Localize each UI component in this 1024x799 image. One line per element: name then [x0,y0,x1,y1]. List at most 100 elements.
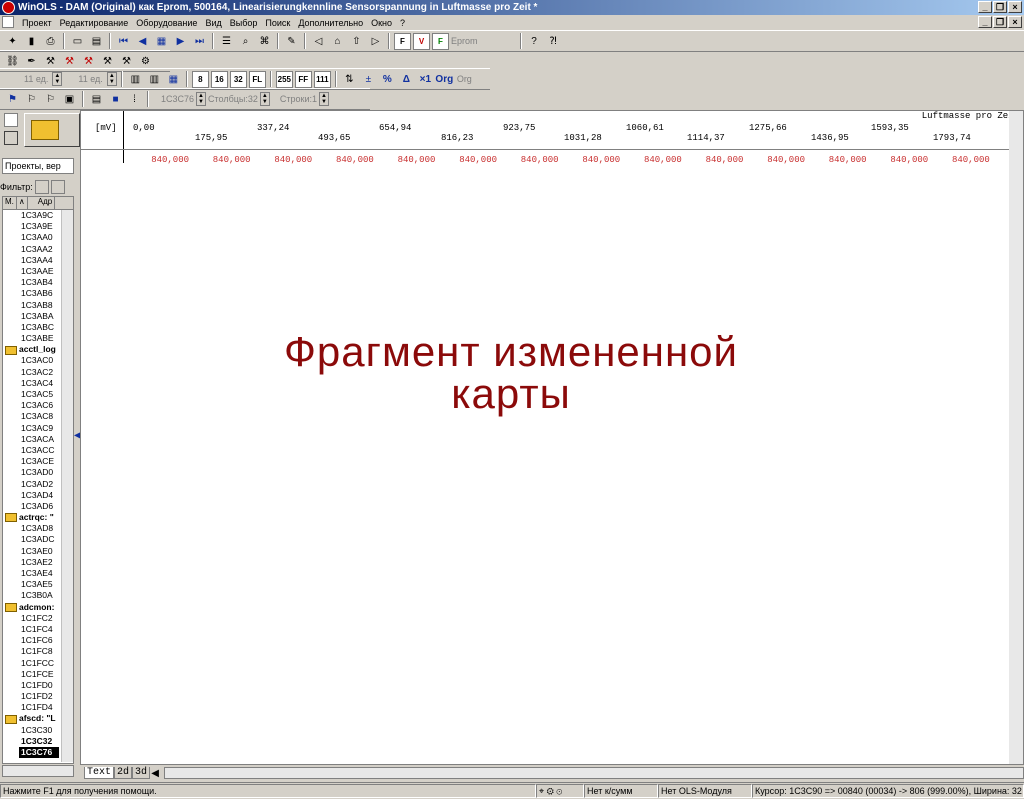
delta-button[interactable]: Δ [398,71,415,88]
view-b-icon[interactable]: ▥ [146,71,163,88]
tab-3d[interactable]: 3d [132,767,151,779]
map-view[interactable]: Luftmasse pro Zeit [mV] 0,00 337,24 654,94… [80,110,1024,765]
rows-spinner[interactable]: ▲ ▼ [319,92,330,106]
upload-icon[interactable]: ⇧ [348,33,365,50]
table-icon[interactable]: ▤ [88,91,105,108]
tab-scroll-icon[interactable]: ◀ [150,765,160,782]
percent-button[interactable]: % [379,71,396,88]
list-item[interactable]: 1C3C76 [19,747,59,759]
forward-icon[interactable]: ▷ [367,33,384,50]
f-green-button[interactable]: F [432,32,449,50]
map-cell[interactable]: 840,000 [258,155,312,165]
fill-icon[interactable]: ■ [107,91,124,108]
home-icon[interactable]: ⌂ [329,33,346,50]
zoom-icon[interactable]: ⌕ [237,33,254,50]
bits-16-button[interactable]: 16 [210,70,228,88]
map-icon[interactable]: ⌘ [256,33,273,50]
map-cell[interactable]: 840,000 [197,155,251,165]
new-project-icon[interactable]: ✦ [4,33,21,50]
tab-2d[interactable]: 2d [114,767,133,779]
map-tool3-icon[interactable]: ⚐ [42,91,59,108]
close-button[interactable]: × [1008,1,1022,13]
tool-a-icon[interactable]: ⚒ [42,53,59,70]
mdi-minimize-button[interactable]: _ [978,16,992,28]
map-tool4-icon[interactable]: ▣ [61,91,78,108]
link-icon[interactable]: ⛓ [4,53,21,70]
menu-extra[interactable]: Дополнительно [294,18,367,28]
document-icon[interactable] [2,16,14,28]
menu-selection[interactable]: Выбор [226,18,262,28]
map-cell[interactable]: 840,000 [628,155,682,165]
list-hscrollbar[interactable] [2,765,74,777]
address-field[interactable]: 1C3C76 [153,94,194,104]
v-button[interactable]: V [413,32,430,50]
eprom-label[interactable]: Eprom [451,36,478,46]
hex-button[interactable]: FF [294,70,312,88]
grid-icon[interactable]: ▦ [153,33,170,50]
open-button[interactable] [24,113,80,147]
last-icon[interactable]: ⏭ [191,33,208,50]
map-tool-icon[interactable]: ⚑ [4,91,21,108]
address-spinner[interactable]: ▲ ▼ [196,92,207,106]
original-button[interactable]: Org [435,71,453,88]
map-cell[interactable]: 840,000 [320,155,374,165]
columns-spinner[interactable]: ▲ ▼ [259,92,270,106]
menu-search[interactable]: Поиск [261,18,294,28]
view-a-icon[interactable]: ▥ [127,71,144,88]
map-list[interactable]: M. ∧ Адр 1C3A9C 1C3A9E 1C3AA0 1C3AA2 1C3AA4 1… [2,196,74,764]
first-icon[interactable]: ⏮ [115,33,132,50]
view-c-icon[interactable]: ▦ [165,71,182,88]
tab-text[interactable]: Text [84,767,115,779]
col-sort[interactable]: ∧ [17,197,28,209]
map-cell[interactable]: 840,000 [751,155,805,165]
help-cursor-icon[interactable]: ⁈ [545,33,562,50]
database-icon[interactable]: ▮ [23,33,40,50]
menu-edit[interactable]: Редактирование [56,18,133,28]
hilo-icon[interactable]: ⇅ [341,71,358,88]
map-cell[interactable]: 840,000 [381,155,436,165]
menu-hardware[interactable]: Оборудование [132,18,201,28]
map-cell[interactable]: 840,000 [566,155,620,165]
map-cell[interactable]: 840,000 [135,155,189,165]
map-cell[interactable]: 840,000 [443,155,497,165]
save-icon[interactable] [4,131,18,145]
list-icon[interactable]: ☰ [218,33,235,50]
columns-icon[interactable]: ⁞ [126,91,143,108]
tool-b-icon[interactable]: ⚒ [61,53,78,70]
menu-project[interactable]: Проект [18,18,56,28]
menu-window[interactable]: Окно [367,18,396,28]
tool-d-icon[interactable]: ⚒ [99,53,116,70]
col-m[interactable]: M. [3,197,17,209]
menu-help[interactable]: ? [396,18,409,28]
rows-field[interactable]: Строки:1 [272,94,317,104]
tool-e-icon[interactable]: ⚒ [118,53,135,70]
map-cell[interactable]: 840,000 [813,155,867,165]
minimize-button[interactable]: _ [978,1,992,13]
filter-button[interactable] [34,180,49,194]
bin-button[interactable]: 111 [313,70,331,88]
columns-field[interactable]: Столбцы:32 [208,94,258,104]
mdi-restore-button[interactable]: ❐ [993,16,1007,28]
float-button[interactable]: FL [248,70,266,88]
map-tool2-icon[interactable]: ⚐ [23,91,40,108]
col-address[interactable]: Адр [28,197,56,209]
project-version-combo[interactable]: Проекты, вер [2,158,74,174]
map-cell[interactable]: 840,000 [689,155,744,165]
bits-32-button[interactable]: 32 [229,70,247,88]
back-icon[interactable]: ◁ [310,33,327,50]
map-cell[interactable]: 840,000 [936,155,990,165]
map-cell[interactable]: 840,000 [505,155,559,165]
filter-a-button[interactable] [50,180,65,194]
dec-button[interactable]: 255 [275,70,293,88]
restore-button[interactable]: ❐ [993,1,1007,13]
original-gray-button[interactable]: Org [455,74,474,84]
new-file-icon[interactable] [4,113,18,127]
next-icon[interactable]: ▶ [172,33,189,50]
map-hscrollbar[interactable] [164,767,1024,779]
factor-button[interactable]: ×1 [417,71,434,88]
map-cell[interactable]: 840,000 [874,155,928,165]
unit-left-spinner[interactable]: ▲ ▼ [52,72,63,86]
unit-right-spinner[interactable]: ▲ ▼ [106,72,117,86]
prev-icon[interactable]: ◀ [134,33,151,50]
f-button[interactable]: F [394,32,411,50]
